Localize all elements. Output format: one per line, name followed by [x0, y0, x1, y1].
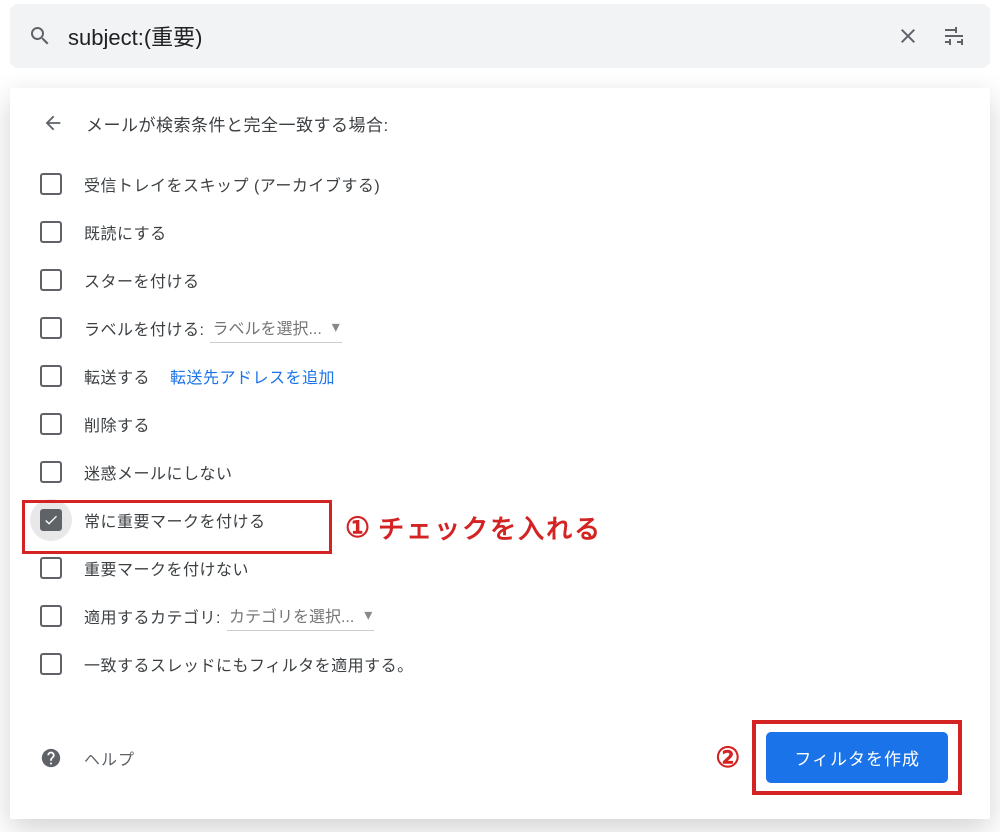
checkbox-apply-label[interactable] — [40, 317, 62, 339]
annotation-number-2: ② — [715, 741, 740, 774]
option-label: 削除する — [84, 412, 150, 436]
panel-title: メールが検索条件と完全一致する場合: — [86, 111, 389, 136]
checkbox-forward[interactable] — [40, 365, 62, 387]
option-label: スターを付ける — [84, 268, 200, 292]
checkbox-never-important[interactable] — [40, 557, 62, 579]
annotation-box-2: フィルタを作成 — [752, 720, 962, 795]
option-label: 迷惑メールにしない — [84, 460, 233, 484]
checkbox-mark-read[interactable] — [40, 221, 62, 243]
help-icon[interactable] — [40, 747, 62, 769]
annotation-text-1: チェックを入れる — [378, 509, 602, 546]
search-options-icon[interactable] — [936, 18, 972, 54]
annotation-number-1: ① — [345, 511, 370, 544]
back-arrow-icon[interactable] — [38, 108, 68, 138]
option-label: 適用するカテゴリ: — [84, 604, 221, 628]
option-apply-matching[interactable]: 一致するスレッドにもフィルタを適用する。 — [38, 640, 962, 688]
option-label: 受信トレイをスキップ (アーカイブする) — [84, 172, 380, 196]
option-label: 一致するスレッドにもフィルタを適用する。 — [84, 652, 414, 676]
clear-icon[interactable] — [890, 18, 926, 54]
option-apply-label[interactable]: ラベルを付ける: ラベルを選択... ▾ — [38, 304, 962, 352]
option-skip-inbox[interactable]: 受信トレイをスキップ (アーカイブする) — [38, 160, 962, 208]
create-filter-button[interactable]: フィルタを作成 — [766, 732, 948, 783]
category-select-text: カテゴリを選択... — [229, 603, 354, 627]
option-never-spam[interactable]: 迷惑メールにしない — [38, 448, 962, 496]
checkbox-categorize[interactable] — [40, 605, 62, 627]
help-link[interactable]: ヘルプ — [84, 746, 135, 770]
checkbox-never-spam[interactable] — [40, 461, 62, 483]
option-label: 既読にする — [84, 220, 167, 244]
add-forward-address-link[interactable]: 転送先アドレスを追加 — [170, 364, 335, 388]
option-label: 常に重要マークを付ける — [84, 508, 266, 532]
option-label: 転送する — [84, 364, 150, 388]
option-mark-read[interactable]: 既読にする — [38, 208, 962, 256]
search-bar — [10, 4, 990, 68]
search-icon[interactable] — [28, 24, 52, 48]
search-input[interactable] — [52, 23, 890, 49]
label-select-text: ラベルを選択... — [212, 315, 321, 339]
checkbox-skip-inbox[interactable] — [40, 173, 62, 195]
option-categorize[interactable]: 適用するカテゴリ: カテゴリを選択... ▾ — [38, 592, 962, 640]
checkbox-apply-matching[interactable] — [40, 653, 62, 675]
caret-down-icon: ▾ — [332, 317, 340, 337]
category-select[interactable]: カテゴリを選択... ▾ — [227, 601, 374, 631]
option-never-important[interactable]: 重要マークを付けない — [38, 544, 962, 592]
checkbox-star[interactable] — [40, 269, 62, 291]
checkbox-always-important[interactable] — [40, 509, 62, 531]
option-label: ラベルを付ける: — [84, 316, 204, 340]
filter-options-panel: メールが検索条件と完全一致する場合: 受信トレイをスキップ (アーカイブする) … — [10, 88, 990, 819]
option-star[interactable]: スターを付ける — [38, 256, 962, 304]
annotation-1: ① チェックを入れる — [345, 509, 602, 546]
checkbox-delete[interactable] — [40, 413, 62, 435]
option-label: 重要マークを付けない — [84, 556, 249, 580]
option-forward[interactable]: 転送する 転送先アドレスを追加 — [38, 352, 962, 400]
option-delete[interactable]: 削除する — [38, 400, 962, 448]
label-select[interactable]: ラベルを選択... ▾ — [210, 313, 341, 343]
caret-down-icon: ▾ — [364, 605, 372, 625]
checkbox-highlight-ring — [30, 499, 72, 541]
